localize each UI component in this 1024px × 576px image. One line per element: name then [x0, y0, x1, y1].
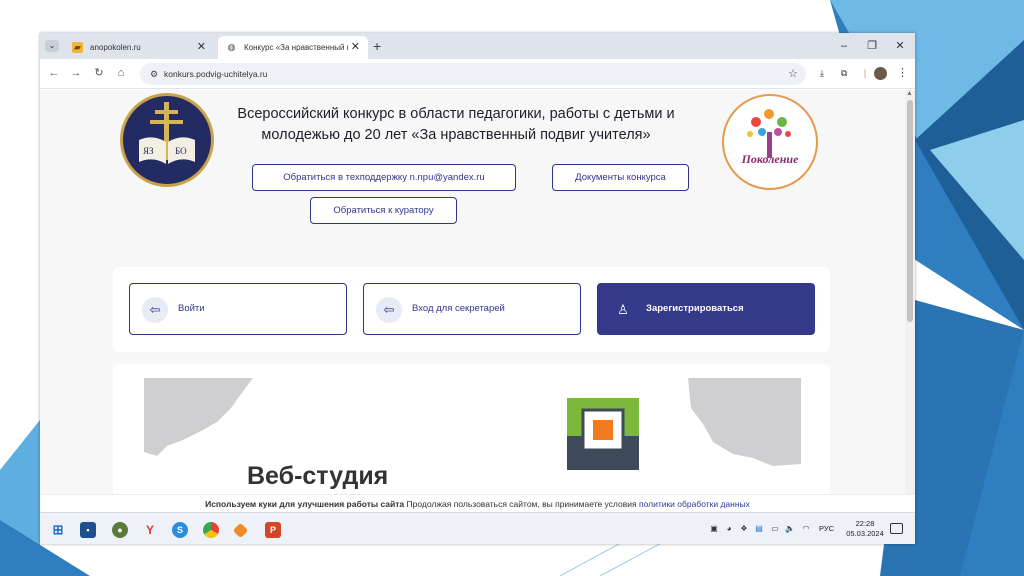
scroll-up-icon[interactable]: ▲ — [906, 90, 913, 97]
notification-icon[interactable] — [890, 523, 903, 534]
pokolenie-logo: Поколение — [722, 94, 818, 190]
start-windows-icon[interactable]: ⊞ — [50, 522, 66, 538]
login-icon: ⇦ — [376, 297, 402, 323]
tab-konkurs[interactable]: ◍ Конкурс «За нравственный по ✕ — [218, 36, 368, 59]
separator-icon: | — [863, 68, 867, 78]
login-button[interactable]: ⇦ Войти — [129, 283, 347, 335]
close-window-button[interactable]: ✕ — [891, 37, 909, 55]
browser-window: ⌄ ▰ anopokolen.ru ✕ ◍ Конкурс «За нравст… — [40, 33, 915, 544]
tab-title: anopokolen.ru — [90, 43, 141, 52]
powerpoint-icon[interactable]: P — [265, 522, 281, 538]
pokolenie-logo-text: Поколение — [741, 152, 799, 166]
bookmark-star-icon[interactable]: ☆ — [788, 63, 798, 85]
home-icon[interactable]: ⌂ — [113, 65, 129, 81]
forward-arrow-icon[interactable]: → — [68, 65, 84, 81]
tray-icon[interactable]: ▣ — [708, 523, 720, 535]
studio-section: Веб-студия — [113, 364, 830, 494]
tray-icon[interactable]: ❖ — [738, 523, 750, 535]
tree-icon — [747, 109, 791, 158]
svg-text:БО: БО — [175, 146, 187, 156]
skype-icon[interactable]: S — [172, 522, 188, 538]
cookie-banner: Используем куки для улучшения работы сай… — [40, 494, 915, 512]
auth-panel: ⇦ Войти ⇦ Вход для секретарей ♙ Зарегист… — [113, 267, 830, 352]
documents-button[interactable]: Документы конкурса — [552, 164, 689, 191]
tab-anopokolen[interactable]: ▰ anopokolen.ru ✕ — [64, 36, 214, 59]
browser-toolbar: ← → ↻ ⌂ ⚙ konkurs.podvig-uchitelya.ru ☆ … — [40, 59, 915, 89]
clock-time: 22:28 — [855, 519, 875, 528]
tab-bar: ⌄ ▰ anopokolen.ru ✕ ◍ Конкурс «За нравст… — [40, 33, 915, 59]
privacy-policy-link[interactable]: политики обработки данных — [639, 499, 750, 509]
map-silhouette-icon — [144, 378, 801, 470]
globe-favicon-icon: ◍ — [227, 42, 236, 52]
store-icon[interactable]: ▪ — [80, 522, 96, 538]
reload-icon[interactable]: ↻ — [91, 65, 107, 81]
register-button[interactable]: ♙ Зарегистрироваться — [597, 283, 815, 335]
user-icon: ♙ — [617, 302, 629, 317]
yandex-browser-icon[interactable]: Y — [142, 522, 158, 538]
secretary-login-button[interactable]: ⇦ Вход для секретарей — [363, 283, 581, 335]
login-label: Войти — [178, 303, 205, 314]
minimize-button[interactable]: – — [835, 37, 853, 55]
site-settings-icon[interactable]: ⚙ — [146, 66, 162, 82]
battery-icon[interactable]: ▭ — [769, 523, 781, 535]
address-bar[interactable]: ⚙ konkurs.podvig-uchitelya.ru ☆ — [140, 63, 806, 85]
secretary-login-label: Вход для секретарей — [412, 303, 505, 314]
tray-icon[interactable]: ◕ — [723, 523, 735, 535]
folder-favicon-icon: ▰ — [72, 42, 83, 53]
extensions-icon[interactable]: ⧉ — [837, 66, 851, 80]
support-button[interactable]: Обратиться в техподдержку n.npu@yandex.r… — [252, 164, 516, 191]
url-text: konkurs.podvig-uchitelya.ru — [164, 69, 268, 79]
volume-icon[interactable]: 🔈 — [784, 523, 796, 535]
scrollbar-thumb[interactable] — [907, 100, 913, 322]
app-diamond-icon[interactable] — [232, 522, 249, 539]
contest-logo: ЯЗ БО — [120, 93, 214, 187]
menu-dots-icon[interactable]: ⋮ — [897, 65, 908, 81]
cookie-text: Продолжая пользоваться сайтом, вы приним… — [406, 499, 637, 509]
tab-title: Конкурс «За нравственный по — [244, 43, 356, 52]
cookie-bold-text: Используем куки для улучшения работы сай… — [205, 499, 405, 509]
download-icon[interactable]: ⤓ — [815, 66, 829, 80]
tab-close-icon[interactable]: ✕ — [347, 36, 360, 59]
curator-button[interactable]: Обратиться к куратору — [310, 197, 457, 224]
back-arrow-icon[interactable]: ← — [46, 65, 62, 81]
wifi-icon[interactable]: ◠ — [800, 523, 812, 535]
app-icon[interactable]: ● — [112, 522, 128, 538]
presentation-slide: ⌄ ▰ anopokolen.ru ✕ ◍ Конкурс «За нравст… — [0, 0, 1024, 576]
clock-date: 05.03.2024 — [846, 529, 884, 538]
register-label: Зарегистрироваться — [646, 303, 744, 314]
page-scrollbar[interactable]: ▲ — [905, 90, 915, 494]
profile-avatar[interactable] — [874, 67, 887, 80]
contest-headline: Всероссийский конкурс в области педагоги… — [237, 106, 675, 143]
login-icon: ⇦ — [142, 297, 168, 323]
tab-search-icon[interactable]: ⌄ — [45, 40, 59, 52]
taskbar: ⊞ ▪ ● Y S P ▣ ◕ ❖ ▤ ▭ 🔈 ◠ РУС 22:28 05.0… — [40, 512, 915, 544]
cross-book-icon: ЯЗ БО — [139, 102, 195, 164]
tab-close-icon[interactable]: ✕ — [197, 36, 206, 59]
new-tab-button[interactable]: + — [373, 37, 381, 55]
clock[interactable]: 22:28 05.03.2024 — [845, 519, 885, 539]
restore-button[interactable]: ❐ — [863, 37, 881, 55]
web-page: ЯЗ БО Всероссийский конкурс в области пе… — [40, 90, 915, 494]
tray-icon[interactable]: ▤ — [753, 523, 765, 535]
svg-text:ЯЗ: ЯЗ — [143, 146, 154, 156]
chrome-icon[interactable] — [203, 522, 219, 538]
language-indicator[interactable]: РУС — [819, 524, 834, 533]
studio-title: Веб-студия — [247, 462, 389, 490]
